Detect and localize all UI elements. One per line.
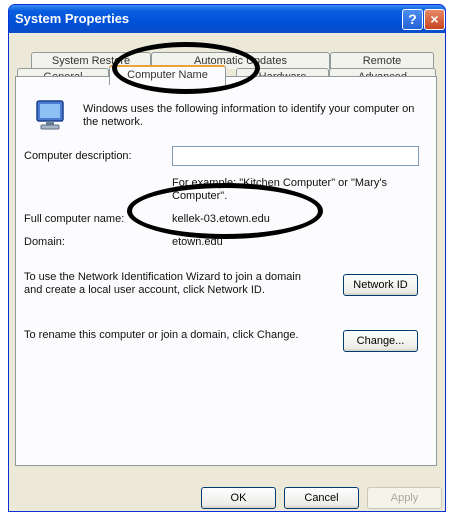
description-example-hint: For example: "Kitchen Computer" or "Mary… xyxy=(172,177,387,202)
cancel-button[interactable]: Cancel xyxy=(284,487,359,509)
help-icon[interactable]: ? xyxy=(402,9,423,30)
computer-name-panel: Windows uses the following information t… xyxy=(15,76,437,466)
apply-button[interactable]: Apply xyxy=(367,487,442,509)
network-wizard-text: To use the Network Identification Wizard… xyxy=(24,271,301,296)
computer-description-label: Computer description: xyxy=(24,150,132,162)
intro-text: Windows uses the following information t… xyxy=(83,103,415,128)
full-computer-name-label: Full computer name: xyxy=(24,213,125,225)
title-bar[interactable]: System Properties ? × xyxy=(9,5,445,33)
full-computer-name-value: kellek-03.etown.edu xyxy=(172,213,270,225)
tab-computer-name[interactable]: Computer Name xyxy=(109,65,226,85)
domain-value: etown.edu xyxy=(172,236,223,248)
domain-label: Domain: xyxy=(24,236,65,248)
computer-description-input[interactable] xyxy=(172,146,419,166)
computer-icon xyxy=(34,98,68,132)
tab-remote[interactable]: Remote xyxy=(330,52,434,69)
rename-text: To rename this computer or join a domain… xyxy=(24,329,299,341)
ok-button[interactable]: OK xyxy=(201,487,276,509)
system-properties-window: System Properties ? × System Restore Aut… xyxy=(8,4,446,512)
network-id-button[interactable]: Network ID xyxy=(343,274,418,296)
close-icon[interactable]: × xyxy=(424,9,445,30)
change-button[interactable]: Change... xyxy=(343,330,418,352)
window-title: System Properties xyxy=(15,11,130,26)
